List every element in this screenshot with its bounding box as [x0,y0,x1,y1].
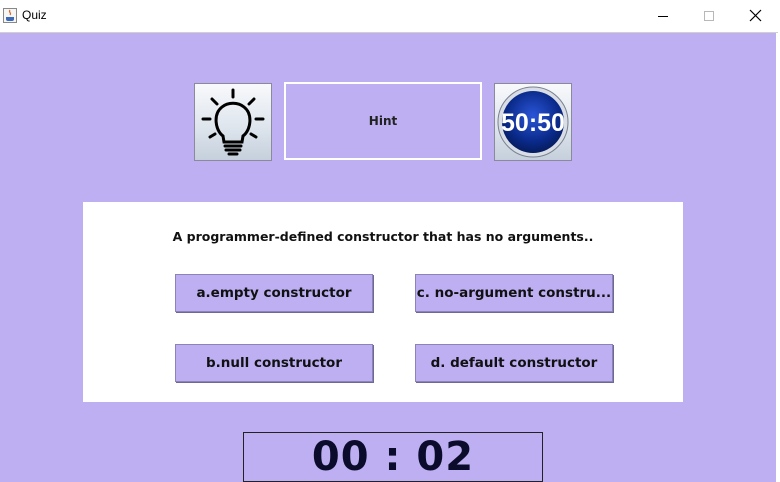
question-text: A programmer-defined constructor that ha… [172,229,594,244]
answer-d-button[interactable]: d. default constructor [415,344,613,382]
fifty-fifty-label: 50:50 [501,109,565,137]
close-button[interactable] [732,0,778,32]
hint-lifeline-button[interactable] [194,83,272,161]
window-title: Quiz [22,8,47,22]
window-edge [776,33,780,482]
countdown-timer: 00 : 02 [243,432,543,482]
lightbulb-icon [201,88,265,156]
fifty-fifty-lifeline-button[interactable]: 50:50 [494,83,572,161]
answer-a-button[interactable]: a.empty constructor [175,274,373,312]
hint-display: Hint [284,82,482,160]
question-panel: A programmer-defined constructor that ha… [83,202,683,402]
answer-c-button[interactable]: c. no-argument constru... [415,274,613,312]
close-icon [749,9,762,22]
answer-b-button[interactable]: b.null constructor [175,344,373,382]
java-app-icon [3,8,17,23]
fifty-fifty-icon: 50:50 [497,86,569,158]
minimize-button[interactable] [640,0,686,32]
maximize-icon [704,11,714,21]
minimize-icon [658,16,668,17]
maximize-button[interactable] [686,0,732,32]
hint-label: Hint [368,114,398,128]
timer-value: 00 : 02 [311,434,475,480]
title-bar: Quiz [0,0,778,33]
